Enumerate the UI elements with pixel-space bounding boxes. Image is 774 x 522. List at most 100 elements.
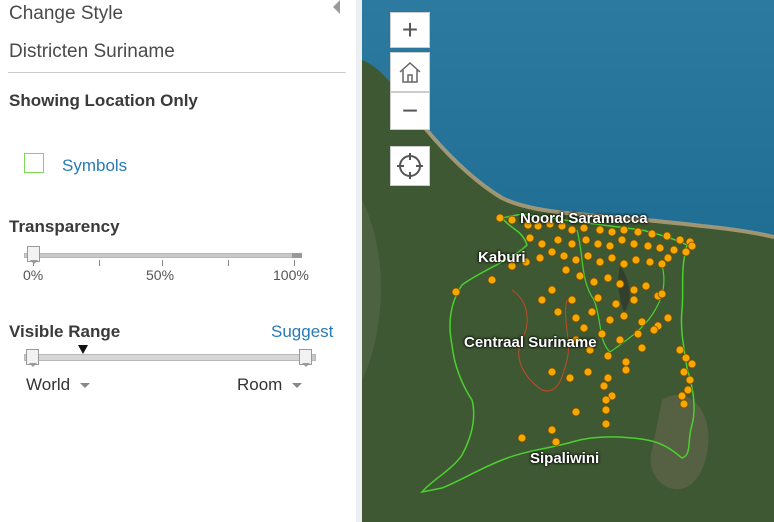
location-point[interactable]: [553, 307, 563, 317]
location-point[interactable]: [629, 295, 639, 305]
location-point[interactable]: [535, 253, 545, 263]
location-point[interactable]: [679, 399, 689, 409]
location-point[interactable]: [599, 381, 609, 391]
location-point[interactable]: [593, 239, 603, 249]
location-point[interactable]: [663, 313, 673, 323]
location-point[interactable]: [669, 245, 679, 255]
min-scale-dropdown[interactable]: World: [26, 375, 91, 395]
zoom-out-button[interactable]: −: [390, 92, 430, 130]
location-point[interactable]: [571, 407, 581, 417]
location-point[interactable]: [547, 285, 557, 295]
min-scale-thumb[interactable]: [26, 349, 39, 367]
symbols-checkbox[interactable]: [24, 153, 44, 173]
symbols-link[interactable]: Symbols: [62, 156, 127, 176]
location-point[interactable]: [587, 307, 597, 317]
location-point[interactable]: [657, 289, 667, 299]
location-point[interactable]: [583, 251, 593, 261]
location-point[interactable]: [601, 395, 611, 405]
location-point[interactable]: [589, 277, 599, 287]
location-point[interactable]: [579, 323, 589, 333]
location-point[interactable]: [619, 225, 629, 235]
location-point[interactable]: [687, 241, 697, 251]
max-scale-thumb[interactable]: [299, 349, 312, 367]
location-point[interactable]: [637, 343, 647, 353]
location-point[interactable]: [565, 373, 575, 383]
location-point[interactable]: [631, 255, 641, 265]
location-point[interactable]: [567, 239, 577, 249]
location-point[interactable]: [677, 391, 687, 401]
location-point[interactable]: [517, 433, 527, 443]
locate-button[interactable]: [390, 146, 430, 186]
location-point[interactable]: [621, 365, 631, 375]
location-point[interactable]: [595, 257, 605, 267]
location-point[interactable]: [629, 285, 639, 295]
location-point[interactable]: [575, 271, 585, 281]
location-point[interactable]: [559, 251, 569, 261]
home-button[interactable]: [390, 52, 430, 92]
location-point[interactable]: [641, 281, 651, 291]
location-point[interactable]: [615, 279, 625, 289]
location-point[interactable]: [507, 215, 517, 225]
max-scale-dropdown[interactable]: Room: [237, 375, 303, 395]
location-point[interactable]: [547, 367, 557, 377]
location-point[interactable]: [607, 253, 617, 263]
location-point[interactable]: [551, 437, 561, 447]
location-point[interactable]: [643, 241, 653, 251]
location-point[interactable]: [637, 317, 647, 327]
location-point[interactable]: [571, 313, 581, 323]
location-point[interactable]: [611, 299, 621, 309]
location-point[interactable]: [487, 275, 497, 285]
location-point[interactable]: [583, 367, 593, 377]
location-point[interactable]: [683, 385, 693, 395]
location-point[interactable]: [571, 255, 581, 265]
location-point[interactable]: [595, 225, 605, 235]
location-point[interactable]: [603, 273, 613, 283]
suggest-link[interactable]: Suggest: [271, 322, 333, 342]
location-point[interactable]: [567, 295, 577, 305]
location-point[interactable]: [649, 325, 659, 335]
location-point[interactable]: [633, 227, 643, 237]
transparency-track[interactable]: [24, 253, 302, 258]
location-point[interactable]: [603, 373, 613, 383]
location-point[interactable]: [581, 235, 591, 245]
location-point[interactable]: [547, 247, 557, 257]
location-point[interactable]: [537, 239, 547, 249]
location-point[interactable]: [617, 235, 627, 245]
location-point[interactable]: [681, 247, 691, 257]
location-point[interactable]: [553, 235, 563, 245]
location-point[interactable]: [687, 359, 697, 369]
location-point[interactable]: [685, 375, 695, 385]
location-point[interactable]: [567, 225, 577, 235]
location-point[interactable]: [629, 239, 639, 249]
location-point[interactable]: [633, 329, 643, 339]
location-point[interactable]: [605, 241, 615, 251]
location-point[interactable]: [603, 351, 613, 361]
location-point[interactable]: [647, 229, 657, 239]
location-point[interactable]: [537, 295, 547, 305]
location-point[interactable]: [679, 367, 689, 377]
location-point[interactable]: [675, 235, 685, 245]
location-point[interactable]: [662, 231, 672, 241]
location-point[interactable]: [561, 265, 571, 275]
location-point[interactable]: [597, 329, 607, 339]
location-point[interactable]: [681, 353, 691, 363]
location-point[interactable]: [601, 405, 611, 415]
location-point[interactable]: [495, 213, 505, 223]
location-point[interactable]: [593, 293, 603, 303]
location-point[interactable]: [663, 253, 673, 263]
location-point[interactable]: [657, 259, 667, 269]
location-point[interactable]: [655, 243, 665, 253]
location-point[interactable]: [525, 233, 535, 243]
location-point[interactable]: [451, 287, 461, 297]
location-point[interactable]: [615, 335, 625, 345]
location-point[interactable]: [675, 345, 685, 355]
collapse-panel-icon[interactable]: [333, 0, 340, 14]
location-point[interactable]: [619, 259, 629, 269]
location-point[interactable]: [605, 315, 615, 325]
location-point[interactable]: [547, 425, 557, 435]
location-point[interactable]: [601, 419, 611, 429]
location-point[interactable]: [645, 257, 655, 267]
transparency-thumb[interactable]: [27, 246, 40, 264]
location-point[interactable]: [621, 357, 631, 367]
location-point[interactable]: [619, 311, 629, 321]
